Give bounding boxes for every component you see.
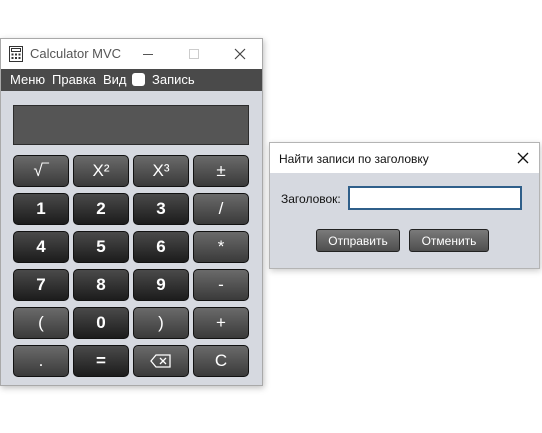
multiply-key[interactable]: * (193, 231, 249, 263)
key-label: 3 (156, 199, 166, 218)
key-label: + (216, 313, 226, 332)
key-label: ( (38, 313, 44, 332)
key-label: 8 (96, 275, 106, 294)
digit-1-key[interactable]: 1 (13, 193, 69, 225)
close-icon[interactable] (515, 150, 531, 166)
key-label: * (217, 237, 225, 256)
minimize-button[interactable] (128, 39, 168, 69)
digit-5-key[interactable]: 5 (73, 231, 129, 263)
key-label: 0 (96, 313, 106, 332)
key-label: 7 (36, 275, 46, 294)
key-label: ± (216, 161, 226, 180)
clear-key[interactable]: C (193, 345, 249, 377)
cube-key[interactable]: X³ (133, 155, 189, 187)
key-label: 2 (96, 199, 106, 218)
menu-view[interactable]: Вид (103, 72, 127, 87)
minus-key[interactable]: - (193, 269, 249, 301)
title-input[interactable] (348, 186, 522, 210)
menu-main[interactable]: Меню (10, 72, 45, 87)
key-label: C (214, 351, 228, 370)
close-icon (234, 48, 246, 60)
digit-4-key[interactable]: 4 (13, 231, 69, 263)
record-checkbox[interactable] (132, 73, 145, 86)
key-label: 5 (96, 237, 106, 256)
backspace-key[interactable] (133, 345, 189, 377)
plus-key[interactable]: + (193, 307, 249, 339)
key-label: - (218, 275, 224, 294)
key-label: 4 (36, 237, 46, 256)
minimize-icon (143, 54, 153, 55)
key-label: ) (158, 313, 164, 332)
key-label: 1 (36, 199, 46, 218)
divide-key[interactable]: / (193, 193, 249, 225)
plus-minus-key[interactable]: ± (193, 155, 249, 187)
key-label: √‾ (33, 161, 49, 180)
maximize-button[interactable] (174, 39, 214, 69)
digit-3-key[interactable]: 3 (133, 193, 189, 225)
close-button[interactable] (220, 39, 260, 69)
digit-7-key[interactable]: 7 (13, 269, 69, 301)
key-label: . (38, 351, 44, 370)
record-label[interactable]: Запись (152, 72, 195, 87)
cancel-button[interactable]: Отменить (409, 229, 489, 252)
dialog-titlebar: Найти записи по заголовку (270, 143, 539, 173)
key-label: 9 (156, 275, 166, 294)
digit-8-key[interactable]: 8 (73, 269, 129, 301)
digit-2-key[interactable]: 2 (73, 193, 129, 225)
submit-button[interactable]: Отправить (316, 229, 400, 252)
decimal-key[interactable]: . (13, 345, 69, 377)
sqrt-key[interactable]: √‾ (13, 155, 69, 187)
square-key[interactable]: X² (73, 155, 129, 187)
key-label: X³ (152, 161, 170, 180)
menu-edit[interactable]: Правка (52, 72, 96, 87)
digit-9-key[interactable]: 9 (133, 269, 189, 301)
find-records-dialog: Найти записи по заголовку Заголовок: Отп… (269, 142, 540, 269)
calculator-display (13, 105, 249, 145)
digit-6-key[interactable]: 6 (133, 231, 189, 263)
key-label: / (218, 199, 224, 218)
calculator-titlebar: Calculator MVC (1, 39, 262, 69)
digit-0-key[interactable]: 0 (73, 307, 129, 339)
calculator-icon (9, 46, 23, 62)
equals-key[interactable]: = (73, 345, 129, 377)
menubar: Меню Правка Вид Запись (1, 69, 262, 91)
key-label: = (96, 351, 106, 370)
key-label: 6 (156, 237, 166, 256)
dialog-title: Найти записи по заголовку (279, 152, 429, 166)
close-paren-key[interactable]: ) (133, 307, 189, 339)
backspace-icon (150, 354, 171, 368)
window-title: Calculator MVC (30, 46, 122, 61)
calculator-window: Calculator MVC Меню Правка Вид Запись √‾… (0, 38, 263, 386)
title-field-label: Заголовок: (281, 192, 341, 206)
maximize-icon (189, 49, 199, 59)
key-label: X² (92, 161, 110, 180)
open-paren-key[interactable]: ( (13, 307, 69, 339)
